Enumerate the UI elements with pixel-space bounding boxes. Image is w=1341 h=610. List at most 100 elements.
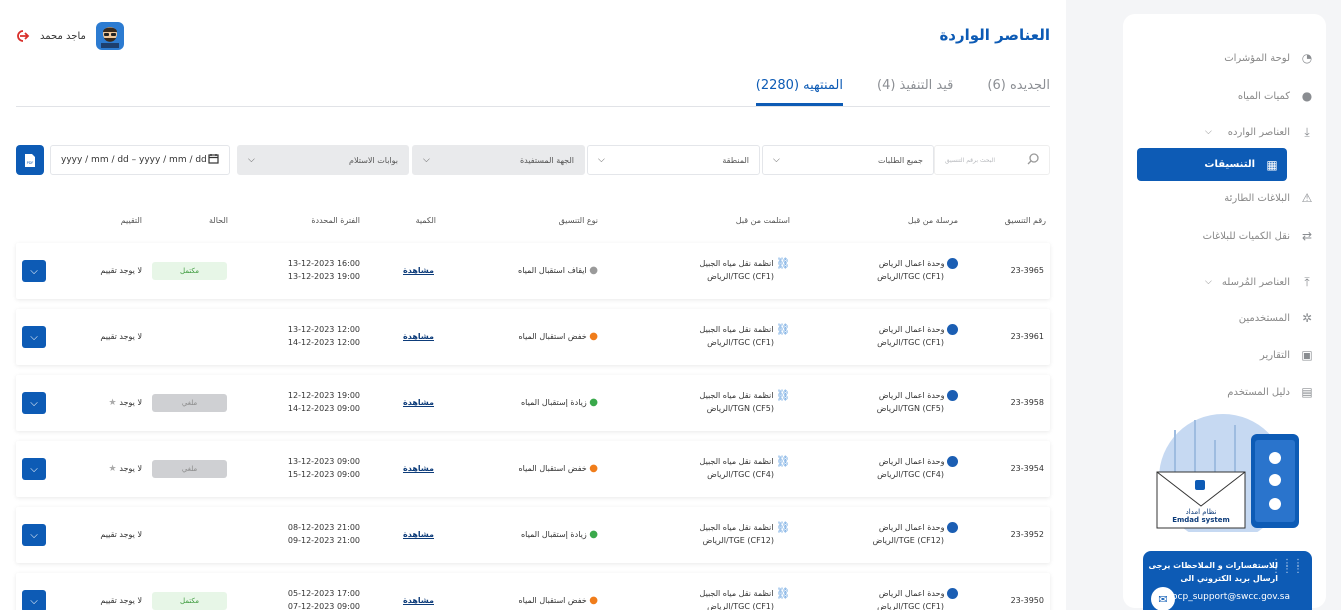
org-logo-icon [947,258,958,269]
received-by-site: TGE (CF12)/الرياض [702,536,774,545]
sidebar-item-3[interactable]: التنسيقات ▦ [1137,148,1287,181]
table-row[interactable]: 23-3952 وحدة اعمال الرياض TGE (CF12)/الري… [16,507,1050,563]
coordination-id: 23-3952 [1010,530,1044,539]
view-quantity-link[interactable]: مشاهدة [403,330,434,343]
beneficiary-select[interactable]: ⌵ الجهة المستفيدة [412,145,585,175]
link-chain-icon: ⛓ [776,455,790,468]
view-quantity-link[interactable]: مشاهدة [403,264,434,277]
period-start: 13-12-2023 12:00 [287,325,360,334]
expand-row-button[interactable]: ⌵ [22,392,46,414]
export-pdf-button[interactable]: PDF [16,145,44,175]
view-quantity-link[interactable]: مشاهدة [403,594,434,607]
chevron-down-icon[interactable]: ⌵ [1135,127,1212,137]
org-logo-icon [947,522,958,533]
sent-by-org: وحدة اعمال الرياض [878,589,945,598]
period-end: 14-12-2023 09:00 [287,404,360,413]
period: 08-12-2023 21:00 09-12-2023 21:00 [288,521,360,547]
mail-icon[interactable]: ✉ [1151,587,1175,610]
period-start: 13-12-2023 09:00 [287,457,360,466]
sidebar-item-label: لوحة المؤشرات [1224,52,1290,64]
gates-select[interactable]: ⌵ بوابات الاستلام [237,145,409,175]
search-input[interactable]: البحث برقم التنسيق [934,145,1050,175]
inbox-icon: ⤓ [1304,125,1310,139]
received-by: ⛓ انظمة نقل مياه الجبيل TGN (CF5)/الرياض [700,389,790,415]
sidebar-item-7[interactable]: المستخدمين ✲ [1135,304,1314,332]
sidebar-item-6[interactable]: ⌵ العناصر المُرسله ⤒ [1135,268,1314,296]
period: 13-12-2023 09:00 15-12-2023 09:00 [288,455,360,481]
table-row[interactable]: 23-3961 وحدة اعمال الرياض TGC (CF1)/الريا… [16,309,1050,365]
page-title: العناصر الواردة [939,26,1050,44]
users-icon: ✲ [1301,311,1313,325]
region-value: المنطقة [722,155,749,165]
tab-completed[interactable]: المنتهيه (2280) [755,72,843,106]
view-quantity-link[interactable]: مشاهدة [403,396,434,409]
rating-label: لا يوجد [119,464,142,473]
avatar[interactable] [95,22,124,50]
coordination-type: ● زيادة إستقبال المياه [521,396,598,409]
table-row[interactable]: 23-3965 وحدة اعمال الرياض TGC (CF1)/الريا… [16,243,1050,299]
col-received-by: استلمت من قبل [735,216,790,225]
org-logo-icon [947,588,958,599]
received-by-org: انظمة نقل مياه الجبيل [699,589,774,598]
sidebar-item-8[interactable]: التقارير ▣ [1135,341,1314,369]
sidebar-item-label: نقل الكميات للبلاغات [1202,230,1290,242]
water-drop-icon: ● [589,331,598,342]
expand-row-button[interactable]: ⌵ [22,458,46,480]
view-quantity-link[interactable]: مشاهدة [403,462,434,475]
calendar-icon[interactable] [208,153,219,167]
support-email[interactable]: ocp_support@swcc.gov.sa [1172,592,1290,602]
coordination-id: 23-3961 [1010,332,1044,341]
search-placeholder: البحث برقم التنسيق [945,156,996,164]
table-row[interactable]: 23-3950 وحدة اعمال الرياض TGC (CF1)/الريا… [16,573,1050,610]
date-range-input[interactable]: yyyy / mm / dd – yyyy / mm / dd [50,145,230,175]
sidebar-item-label: التقارير [1259,349,1290,361]
tab-in-progress[interactable]: قيد التنفيذ (4) [877,72,953,106]
received-by-site: TGC (CF1)/الرياض [707,272,774,281]
rating: لا يوجد ★ [108,396,142,410]
table-row[interactable]: 23-3954 وحدة اعمال الرياض TGC (CF4)/الريا… [16,441,1050,497]
chevron-down-icon[interactable]: ⌵ [1135,277,1212,287]
requests-select[interactable]: ⌵ جميع الطلبات [762,145,934,175]
sent-by-org: وحدة اعمال الرياض [878,325,945,334]
region-select[interactable]: ⌵ المنطقة [587,145,760,175]
expand-row-button[interactable]: ⌵ [22,590,46,610]
expand-row-button[interactable]: ⌵ [22,260,46,282]
app-page: ماجد محمد العناصر الواردة الجديده (6) قي… [0,0,1341,610]
view-quantity-link[interactable]: مشاهدة [403,528,434,541]
sidebar-item-2[interactable]: ⌵ العناصر الوارده ⤓ [1135,118,1314,146]
logout-icon[interactable] [14,28,30,44]
col-id: رقم التنسيق [1004,216,1046,225]
received-by-org: انظمة نقل مياه الجبيل [699,391,774,400]
rating-label: لا يوجد تقييم [100,332,142,341]
sidebar-item-label: دليل المستخدم [1227,386,1290,398]
expand-row-button[interactable]: ⌵ [22,326,46,348]
sidebar-item-0[interactable]: لوحة المؤشرات ◔ [1135,44,1314,72]
tab-new[interactable]: الجديده (6) [987,72,1050,106]
table-row[interactable]: 23-3958 وحدة اعمال الرياض TGN (CF5)/الريا… [16,375,1050,431]
coordination-type-label: خفض استقبال المياه [518,596,587,605]
star-icon: ★ [108,464,120,474]
rating: لا يوجد تقييم [100,528,142,541]
sidebar-item-4[interactable]: البلاغات الطارئة ⚠ [1135,184,1314,212]
calendar-icon: ▦ [1266,157,1278,172]
sidebar: لوحة المؤشرات ◔ كميات المياه ● ⌵ العناصر الوا… [1123,14,1326,610]
period: 13-12-2023 12:00 14-12-2023 12:00 [288,323,360,349]
sidebar-item-5[interactable]: نقل الكميات للبلاغات ⇄ [1135,222,1314,250]
link-chain-icon: ⛓ [776,389,790,402]
chevron-down-icon: ⌵ [30,265,38,277]
period: 05-12-2023 17:00 07-12-2023 09:00 [288,587,360,610]
status-badge: ملغي [152,394,227,412]
sidebar-item-9[interactable]: دليل المستخدم ▤ [1135,378,1314,406]
received-by: ⛓ انظمة نقل مياه الجبيل TGC (CF1)/الرياض [700,257,790,283]
sent-by-site: TGC (CF1)/الرياض [877,602,944,610]
chevron-down-icon: ⌵ [30,595,38,607]
sent-by-org: وحدة اعمال الرياض [878,457,945,466]
expand-row-button[interactable]: ⌵ [22,524,46,546]
coordination-id: 23-3954 [1010,464,1044,473]
coordination-type-label: زيادة إستقبال المياه [520,398,587,407]
rating-label: لا يوجد تقييم [100,530,142,539]
period-start: 05-12-2023 17:00 [287,589,360,598]
sidebar-item-1[interactable]: كميات المياه ● [1135,82,1314,110]
coordination-id: 23-3950 [1010,596,1044,605]
sent-by: وحدة اعمال الرياض TGE (CF12)/الرياض [873,521,958,547]
